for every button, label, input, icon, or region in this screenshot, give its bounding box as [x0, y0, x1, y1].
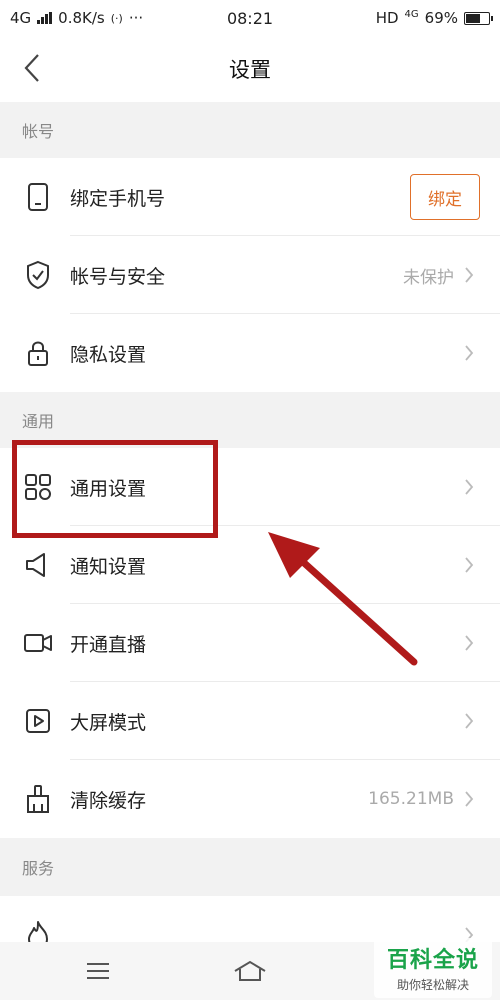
- annotation-arrow: [268, 532, 418, 666]
- watermark-logo: 百科全说 助你轻松解决: [374, 938, 492, 998]
- menu-button[interactable]: [78, 954, 118, 988]
- watermark-subtitle: 助你轻松解决: [396, 978, 469, 992]
- home-button[interactable]: [230, 954, 270, 988]
- watermark-title: 百科全说: [386, 948, 479, 973]
- menu-icon: [87, 963, 109, 979]
- home-icon: [234, 960, 266, 981]
